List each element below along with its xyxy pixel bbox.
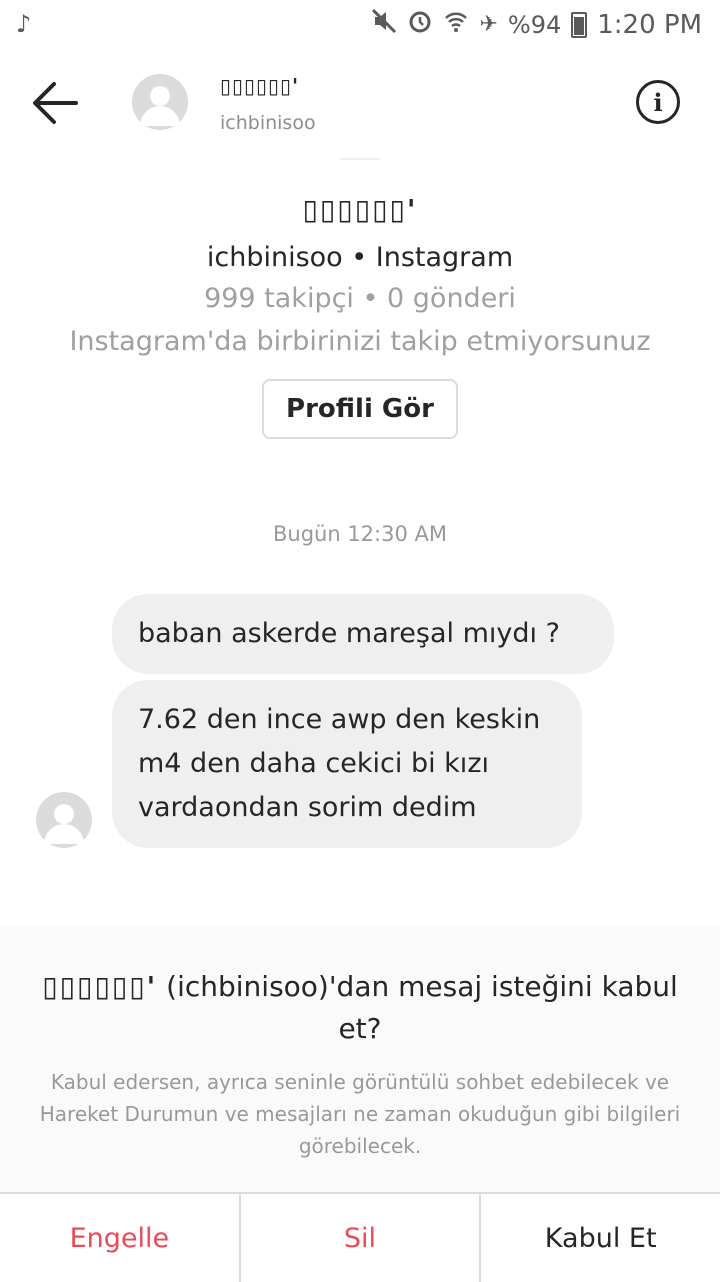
wifi-icon — [443, 8, 469, 42]
message-bubble[interactable]: 7.62 den ince awp den keskin m4 den daha… — [112, 680, 582, 848]
status-icons: ✈ %94 1:20 PM — [371, 8, 702, 42]
thread-header: ▯▯▯▯▯▯' ichbinisoo i — [0, 52, 720, 156]
profile-stats: 999 takipçi • 0 gönderi — [204, 283, 516, 314]
default-avatar-icon — [44, 804, 84, 844]
follow-status: Instagram'da birbirinizi takip etmiyorsu… — [69, 326, 651, 357]
message-bubble[interactable]: baban askerde mareşal mıydı ? — [112, 594, 614, 674]
back-button[interactable] — [30, 80, 80, 126]
divider — [340, 158, 380, 160]
alarm-icon — [407, 8, 433, 42]
view-profile-button[interactable]: Profili Gör — [262, 379, 458, 439]
profile-display-name: ▯▯▯▯▯▯' — [302, 193, 418, 226]
battery-icon — [571, 12, 588, 38]
status-bar: ♪ ✈ %94 1:20 PM — [0, 0, 720, 48]
request-title-name: ▯▯▯▯▯▯' — [42, 970, 158, 1003]
delete-button[interactable]: Sil — [238, 1194, 480, 1282]
header-avatar[interactable] — [132, 74, 188, 130]
header-display-name[interactable]: ▯▯▯▯▯▯' — [220, 74, 299, 98]
request-title-text: (ichbinisoo)'dan mesaj isteğini kabul et… — [157, 970, 678, 1045]
info-icon: i — [653, 87, 663, 117]
airplane-icon: ✈ — [479, 12, 498, 37]
accept-button[interactable]: Kabul Et — [479, 1194, 720, 1282]
request-title: ▯▯▯▯▯▯' (ichbinisoo)'dan mesaj isteğini … — [30, 966, 690, 1050]
request-description: Kabul edersen, ayrıca seninle görüntülü … — [39, 1070, 681, 1158]
header-username[interactable]: ichbinisoo — [220, 112, 316, 134]
message-request-panel: ▯▯▯▯▯▯' (ichbinisoo)'dan mesaj isteğini … — [0, 926, 720, 1192]
profile-subtitle: ichbinisoo • Instagram — [206, 242, 514, 273]
profile-summary: ▯▯▯▯▯▯' ichbinisoo • Instagram 999 takip… — [0, 190, 720, 439]
battery-percent: %94 — [507, 11, 562, 39]
sender-avatar[interactable] — [36, 792, 92, 848]
music-note-icon: ♪ — [16, 10, 32, 38]
clock: 1:20 PM — [597, 10, 702, 40]
mute-icon — [371, 8, 397, 42]
message-timestamp: Bugün 12:30 AM — [272, 522, 448, 546]
request-actions: Engelle Sil Kabul Et — [0, 1192, 720, 1282]
arrow-left-icon — [33, 82, 78, 124]
default-avatar-icon — [140, 86, 180, 126]
block-button[interactable]: Engelle — [0, 1194, 239, 1282]
info-button[interactable]: i — [636, 80, 680, 124]
